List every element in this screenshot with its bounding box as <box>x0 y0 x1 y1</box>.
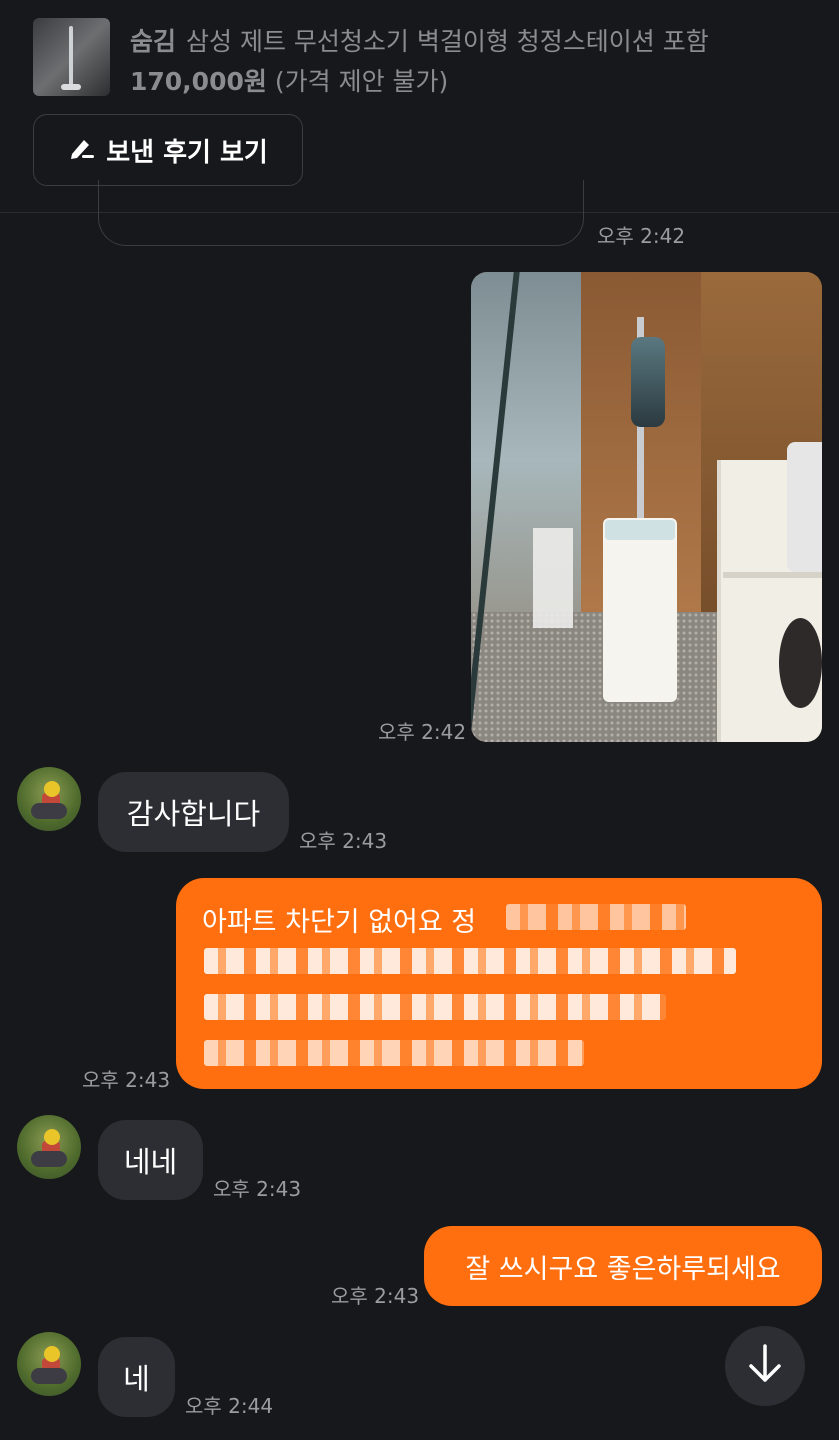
message-time: 오후 2:42 <box>597 224 686 248</box>
product-thumbnail[interactable] <box>33 18 110 96</box>
message-time: 오후 2:43 <box>299 829 388 853</box>
sent-review-button[interactable]: 보낸 후기 보기 <box>33 114 303 186</box>
blurred-text <box>204 1040 584 1066</box>
message-time: 오후 2:44 <box>185 1394 274 1418</box>
price-note: (가격 제안 불가) <box>274 67 449 96</box>
product-title: 삼성 제트 무선청소기 벽걸이형 청정스테이션 포함 <box>186 27 709 56</box>
outgoing-message-bubble: 잘 쓰시구요 좋은하루되세요 <box>424 1226 822 1306</box>
scroll-to-bottom-button[interactable] <box>725 1326 805 1406</box>
incoming-message-bubble: 감사합니다 <box>98 772 289 852</box>
avatar[interactable] <box>17 1332 81 1396</box>
message-time: 오후 2:43 <box>213 1177 302 1201</box>
product-price-line: 170,000원 (가격 제안 불가) <box>130 62 448 98</box>
blurred-text <box>204 994 666 1020</box>
blurred-text <box>506 904 686 930</box>
avatar[interactable] <box>17 767 81 831</box>
outgoing-message-bubble: 아파트 차단기 없어요 정 <box>176 878 822 1089</box>
message-text: 감사합니다 <box>126 797 261 831</box>
message-text: 잘 쓰시구요 좋은하루되세요 <box>465 1253 781 1285</box>
sent-review-label: 보낸 후기 보기 <box>106 137 268 168</box>
avatar[interactable] <box>17 1115 81 1179</box>
arrow-down-icon <box>745 1342 785 1390</box>
partial-message-bubble <box>98 180 584 246</box>
blurred-text <box>204 948 736 974</box>
product-status: 숨김 <box>130 27 177 56</box>
message-time: 오후 2:43 <box>331 1284 420 1308</box>
incoming-message-bubble: 네 <box>98 1337 175 1417</box>
message-time: 오후 2:42 <box>378 720 467 744</box>
product-price: 170,000원 <box>130 67 267 96</box>
product-title-line[interactable]: 숨김 삼성 제트 무선청소기 벽걸이형 청정스테이션 포함 <box>130 22 709 58</box>
message-text: 네네 <box>123 1145 178 1179</box>
message-time: 오후 2:43 <box>82 1068 171 1092</box>
photo-message[interactable] <box>471 272 822 742</box>
pencil-icon <box>68 134 96 167</box>
incoming-message-bubble: 네네 <box>98 1120 203 1200</box>
message-text: 네 <box>123 1362 150 1396</box>
message-text: 아파트 차단기 없어요 정 <box>202 907 477 938</box>
